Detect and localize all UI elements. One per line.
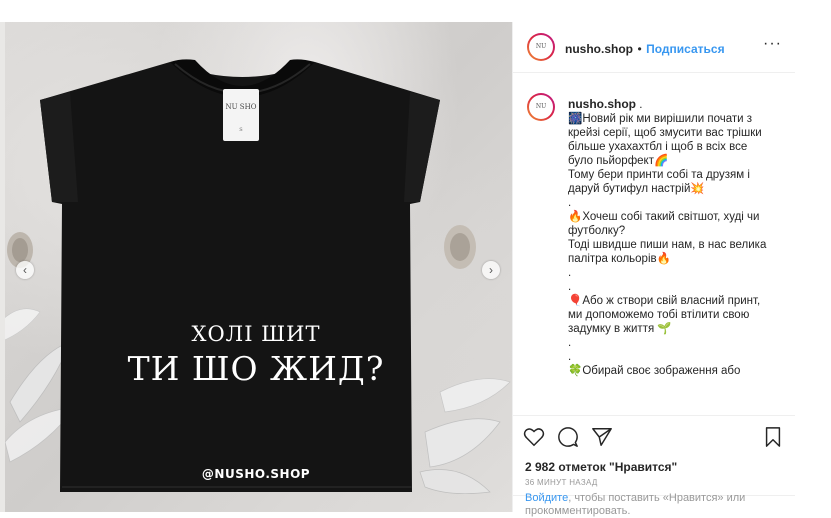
caption-line: даруй бутифул настрій💥: [568, 183, 705, 195]
next-photo-button[interactable]: ›: [482, 261, 500, 279]
avatar[interactable]: NU SHO: [527, 33, 555, 61]
caption-line: задумку в життя 🌱: [568, 323, 672, 335]
caption-line: палітра кольорів🔥: [568, 253, 671, 265]
caption-line: Тоді швидше пиши нам, в нас велика: [568, 239, 767, 251]
caption-username-suffix: .: [636, 99, 643, 111]
caption-line: ми допоможемо тобі втілити свою: [568, 309, 750, 321]
caption-line: 🔥Хочеш собі такий світшот, худі чи: [568, 211, 760, 223]
caption-line: .: [568, 351, 572, 363]
caption-line: було пьйорфект🌈: [568, 155, 669, 167]
header-username[interactable]: nusho.shop: [565, 42, 633, 56]
post-header: NU SHO nusho.shop • Подписаться ···: [513, 22, 796, 73]
more-options-button[interactable]: ···: [763, 35, 782, 53]
comment-icon[interactable]: [557, 426, 579, 448]
bookmark-icon[interactable]: [763, 426, 783, 448]
caption-line: .: [568, 267, 572, 279]
comments-area[interactable]: NU SHO nusho.shop . 🎆Новий рік ми виріши…: [513, 73, 796, 415]
follow-button[interactable]: Подписаться: [646, 42, 724, 56]
header-user-line: nusho.shop • Подписаться: [565, 40, 725, 58]
caption-line: .: [568, 337, 572, 349]
post-time[interactable]: 36 МИНУТ НАЗАД: [525, 478, 598, 487]
carousel-indicator: [0, 505, 512, 512]
login-text: Войдите, чтобы поставить «Нравится» или …: [525, 492, 775, 518]
print-handle: @NUSHO.SHOP: [201, 467, 311, 481]
avatar-text: NU SHO: [529, 35, 553, 59]
caption-line: Тому бери принти собі та друзям і: [568, 169, 750, 181]
caption-line: футболку?: [568, 225, 626, 237]
tag-brand-text: NU SHO: [225, 103, 257, 111]
caption-line: 🎆Новий рік ми вирішили почати з: [568, 113, 752, 125]
share-icon[interactable]: [591, 426, 613, 448]
pinecone-right: [444, 225, 476, 269]
left-edge: [0, 22, 5, 512]
page-gutter: [795, 22, 831, 512]
login-prompt: Войдите, чтобы поставить «Нравится» или …: [513, 492, 796, 517]
caption-avatar-text: NU SHO: [529, 95, 553, 119]
caption-body: 🎆Новий рік ми вирішили почати з крейзі се…: [568, 112, 783, 378]
chevron-right-icon: ›: [489, 263, 493, 277]
prev-photo-button[interactable]: ‹: [16, 261, 34, 279]
caption: nusho.shop . 🎆Новий рік ми вирішили поча…: [568, 97, 783, 378]
caption-username-line: nusho.shop .: [568, 97, 783, 112]
top-strip: [0, 0, 831, 22]
caption-line: крейзі серії, щоб змусити вас трішки: [568, 127, 762, 139]
heart-icon[interactable]: [523, 426, 545, 448]
caption-line: 🍀Обирай своє зображення або: [568, 365, 741, 377]
caption-line: .: [568, 197, 572, 209]
caption-username[interactable]: nusho.shop: [568, 97, 636, 111]
caption-avatar[interactable]: NU SHO: [527, 93, 555, 121]
shirt-tag: NU SHO S: [223, 89, 259, 141]
tag-size-text: S: [239, 127, 243, 133]
likes-count[interactable]: 2 982 отметок "Нравится": [525, 460, 677, 474]
post-photo: NU SHO S ХОЛІ ШИТ ТИ ШО ЖИД? @NUSHO.SHOP…: [0, 22, 512, 512]
caption-line: 🎈Або ж створи свій власний принт,: [568, 295, 761, 307]
print-line-2: ТИ ШО ЖИД?: [127, 349, 385, 388]
caption-line: .: [568, 281, 572, 293]
more-icon: ···: [763, 35, 782, 52]
header-separator: •: [637, 42, 642, 56]
login-link[interactable]: Войдите: [525, 492, 568, 504]
chevron-left-icon: ‹: [23, 263, 27, 277]
print-line-1: ХОЛІ ШИТ: [191, 322, 321, 346]
caption-line: більше ухахахтбл і щоб в всіх все: [568, 141, 748, 153]
post-side-panel: NU SHO nusho.shop • Подписаться ··· NU S…: [512, 22, 796, 517]
